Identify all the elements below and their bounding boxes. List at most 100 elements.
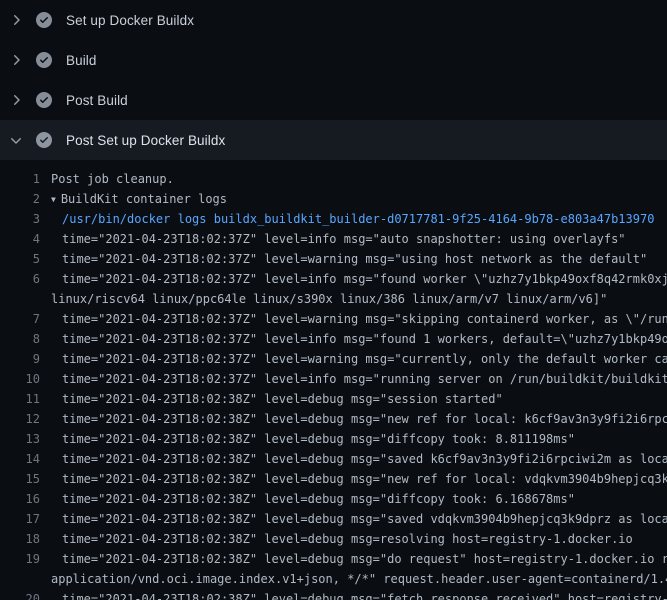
log-line-content: time="2021-04-23T18:02:37Z" level=info m… [62, 329, 667, 349]
log-line-number[interactable]: 4 [0, 229, 40, 249]
log-line-number[interactable]: 5 [0, 249, 40, 269]
log-line-content: /usr/bin/docker logs buildx_buildkit_bui… [62, 209, 654, 229]
log-text: time="2021-04-23T18:02:38Z" level=debug … [62, 552, 667, 566]
log-line: 3/usr/bin/docker logs buildx_buildkit_bu… [0, 209, 667, 229]
log-text: linux/riscv64 linux/ppc64le linux/s390x … [51, 292, 607, 306]
log-line-number[interactable]: 16 [0, 489, 40, 509]
log-line-number[interactable]: 8 [0, 329, 40, 349]
log-line-number[interactable]: 10 [0, 369, 40, 389]
log-text: time="2021-04-23T18:02:38Z" level=debug … [62, 412, 667, 426]
log-line-number [0, 569, 40, 589]
log-line-number[interactable]: 20 [0, 589, 40, 600]
check-circle-icon [36, 92, 52, 108]
log-line-content: time="2021-04-23T18:02:37Z" level=warnin… [62, 309, 667, 329]
log-line: 11 time="2021-04-23T18:02:38Z" level=debu… [0, 389, 667, 409]
log-line-content: time="2021-04-23T18:02:37Z" level=info m… [62, 269, 667, 289]
step-header-set-up-docker-buildx[interactable]: Set up Docker Buildx [0, 0, 667, 40]
log-line-content: time="2021-04-23T18:02:37Z" level=warnin… [62, 349, 667, 369]
chevron-right-icon [8, 12, 24, 28]
chevron-right-icon [8, 52, 24, 68]
log-line-content: ▼ BuildKit container logs [51, 189, 227, 209]
log-text: time="2021-04-23T18:02:38Z" level=debug … [62, 472, 667, 486]
log-line: 13 time="2021-04-23T18:02:38Z" level=debu… [0, 429, 667, 449]
log-line-content: time="2021-04-23T18:02:38Z" level=debug … [62, 389, 503, 409]
log-text: time="2021-04-23T18:02:38Z" level=debug … [62, 392, 503, 406]
log-text: time="2021-04-23T18:02:38Z" level=debug … [62, 492, 575, 506]
log-text: application/vnd.oci.image.index.v1+json,… [51, 572, 667, 586]
log-line: 16 time="2021-04-23T18:02:38Z" level=debu… [0, 489, 667, 509]
log-line-content: time="2021-04-23T18:02:37Z" level=warnin… [62, 249, 647, 269]
log-line-content: time="2021-04-23T18:02:38Z" level=debug … [62, 549, 667, 569]
log-text: Post job cleanup. [51, 172, 174, 186]
log-line-content: time="2021-04-23T18:02:38Z" level=debug … [62, 409, 667, 429]
log-line: 18 time="2021-04-23T18:02:38Z" level=debu… [0, 529, 667, 549]
log-text: time="2021-04-23T18:02:38Z" level=debug … [62, 592, 667, 600]
log-line-number[interactable]: 18 [0, 529, 40, 549]
log-line: 17 time="2021-04-23T18:02:38Z" level=debu… [0, 509, 667, 529]
log-line-number[interactable]: 12 [0, 409, 40, 429]
log-line-number[interactable]: 14 [0, 449, 40, 469]
log-line: 4 time="2021-04-23T18:02:37Z" level=info … [0, 229, 667, 249]
log-line-content: time="2021-04-23T18:02:37Z" level=info m… [62, 229, 626, 249]
log-text: time="2021-04-23T18:02:37Z" level=info m… [62, 332, 667, 346]
log-text: time="2021-04-23T18:02:38Z" level=debug … [62, 532, 633, 546]
log-line-content: time="2021-04-23T18:02:38Z" level=debug … [62, 589, 667, 600]
step-label: Post Build [66, 93, 128, 108]
log-line-content: time="2021-04-23T18:02:38Z" level=debug … [62, 469, 667, 489]
log-line-content: Post job cleanup. [51, 169, 174, 189]
log-line-number[interactable]: 17 [0, 509, 40, 529]
log-line-number[interactable]: 6 [0, 269, 40, 289]
log-line-content: time="2021-04-23T18:02:38Z" level=debug … [62, 449, 667, 469]
log-line-content: linux/riscv64 linux/ppc64le linux/s390x … [51, 289, 607, 309]
step-label: Post Set up Docker Buildx [66, 133, 225, 148]
log-line: 20 time="2021-04-23T18:02:38Z" level=debu… [0, 589, 667, 600]
log-area: 1 Post job cleanup. 2 ▼ BuildKit container l… [0, 160, 667, 600]
log-line-number[interactable]: 3 [0, 209, 40, 229]
step-header-post-set-up-docker-buildx[interactable]: Post Set up Docker Buildx [0, 120, 667, 160]
log-line-content: time="2021-04-23T18:02:37Z" level=info m… [62, 369, 667, 389]
log-text: time="2021-04-23T18:02:37Z" level=warnin… [62, 352, 667, 366]
log-text: time="2021-04-23T18:02:37Z" level=info m… [62, 272, 667, 286]
log-text: BuildKit container logs [61, 192, 227, 206]
step-header-build[interactable]: Build [0, 40, 667, 80]
check-circle-icon [36, 12, 52, 28]
log-line-wrap: application/vnd.oci.image.index.v1+json,… [0, 569, 667, 589]
log-text: time="2021-04-23T18:02:37Z" level=warnin… [62, 312, 667, 326]
log-group-toggle-icon[interactable]: ▼ [51, 190, 56, 209]
log-line-number[interactable]: 7 [0, 309, 40, 329]
step-label: Build [66, 53, 97, 68]
log-line-content: application/vnd.oci.image.index.v1+json,… [51, 569, 667, 589]
log-text: time="2021-04-23T18:02:38Z" level=debug … [62, 512, 667, 526]
log-line: 6 time="2021-04-23T18:02:37Z" level=info … [0, 269, 667, 289]
log-line-content: time="2021-04-23T18:02:38Z" level=debug … [62, 509, 667, 529]
log-line-number[interactable]: 19 [0, 549, 40, 569]
actions-log-viewer: Set up Docker Buildx Build Post Build [0, 0, 667, 600]
chevron-right-icon [8, 92, 24, 108]
check-circle-icon [36, 52, 52, 68]
log-line-number[interactable]: 11 [0, 389, 40, 409]
log-line-content: time="2021-04-23T18:02:38Z" level=debug … [62, 429, 575, 449]
log-text: time="2021-04-23T18:02:38Z" level=debug … [62, 432, 575, 446]
log-line: 2 ▼ BuildKit container logs [0, 189, 667, 209]
log-line-content: time="2021-04-23T18:02:38Z" level=debug … [62, 529, 633, 549]
log-line-number[interactable]: 15 [0, 469, 40, 489]
log-text: time="2021-04-23T18:02:37Z" level=warnin… [62, 252, 647, 266]
log-line: 7 time="2021-04-23T18:02:37Z" level=warni… [0, 309, 667, 329]
log-line: 14 time="2021-04-23T18:02:38Z" level=debu… [0, 449, 667, 469]
log-line: 12 time="2021-04-23T18:02:38Z" level=debu… [0, 409, 667, 429]
step-label: Set up Docker Buildx [66, 13, 194, 28]
check-circle-icon [36, 132, 52, 148]
log-line: 5 time="2021-04-23T18:02:37Z" level=warni… [0, 249, 667, 269]
log-line: 8 time="2021-04-23T18:02:37Z" level=info … [0, 329, 667, 349]
log-line-number[interactable]: 13 [0, 429, 40, 449]
log-line-number[interactable]: 2 [0, 189, 40, 209]
log-line: 10 time="2021-04-23T18:02:37Z" level=info… [0, 369, 667, 389]
log-line-number[interactable]: 1 [0, 169, 40, 189]
step-list: Set up Docker Buildx Build Post Build [0, 0, 667, 160]
log-line-number[interactable]: 9 [0, 349, 40, 369]
log-text: time="2021-04-23T18:02:37Z" level=info m… [62, 372, 667, 386]
log-text: time="2021-04-23T18:02:37Z" level=info m… [62, 232, 626, 246]
log-line-content: time="2021-04-23T18:02:38Z" level=debug … [62, 489, 575, 509]
step-header-post-build[interactable]: Post Build [0, 80, 667, 120]
chevron-down-icon [8, 132, 24, 148]
